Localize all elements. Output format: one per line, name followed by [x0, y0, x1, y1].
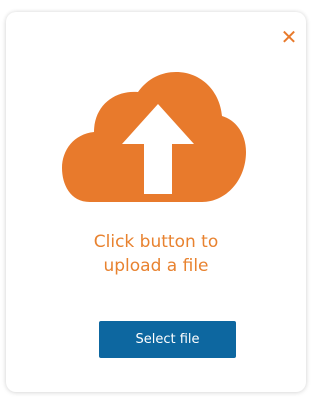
- close-icon: ✕: [280, 25, 298, 49]
- select-file-button[interactable]: Select file: [99, 321, 236, 358]
- instructions-line-1: Click button to: [93, 232, 219, 252]
- close-button[interactable]: ✕: [279, 27, 299, 47]
- upload-instructions: Click button to upload a file: [6, 230, 306, 278]
- instructions-line-2: upload a file: [103, 256, 209, 276]
- cloud-upload-icon: [62, 72, 246, 202]
